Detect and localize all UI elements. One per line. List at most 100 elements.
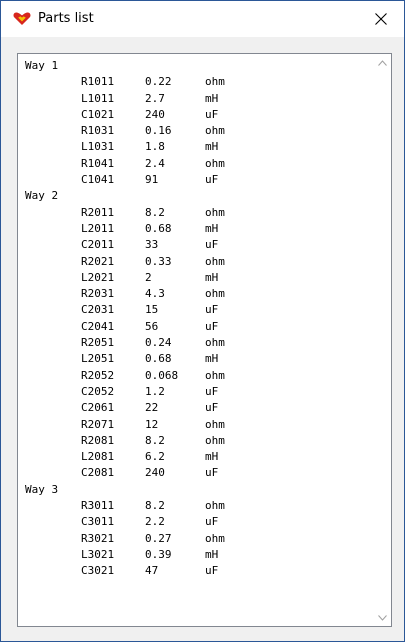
part-value: 0.22: [145, 75, 172, 89]
part-id: C1021: [81, 107, 115, 121]
close-icon: [375, 13, 387, 25]
part-value: 0.68: [145, 221, 172, 235]
chevron-down-icon: [378, 614, 387, 621]
part-value: 15: [145, 303, 159, 317]
part-row[interactable]: C2011 33 uF: [25, 237, 365, 253]
part-row[interactable]: R2071 12 ohm: [25, 417, 365, 433]
part-value: 240: [145, 466, 165, 480]
part-unit: mH: [205, 450, 219, 464]
part-unit: uF: [205, 384, 219, 398]
part-row[interactable]: C2031 15 uF: [25, 302, 365, 318]
part-row[interactable]: R2081 8.2 ohm: [25, 433, 365, 449]
part-value: 22: [145, 401, 159, 415]
part-id: L2081: [81, 450, 115, 464]
part-row[interactable]: R2031 4.3 ohm: [25, 286, 365, 302]
part-row[interactable]: C1021 240 uF: [25, 107, 365, 123]
part-row[interactable]: R2051 0.24 ohm: [25, 335, 365, 351]
part-row[interactable]: C2061 22 uF: [25, 400, 365, 416]
part-row[interactable]: L1031 1.8 mH: [25, 139, 365, 155]
part-row[interactable]: R1011 0.22 ohm: [25, 74, 365, 90]
group-header[interactable]: Way 1: [25, 58, 365, 74]
scroll-up-button[interactable]: [374, 54, 391, 71]
part-value: 0.68: [145, 352, 172, 366]
part-unit: mH: [205, 352, 219, 366]
part-value: 56: [145, 319, 159, 333]
part-id: C1041: [81, 173, 115, 187]
group-header[interactable]: Way 3: [25, 482, 365, 498]
part-id: L2021: [81, 270, 115, 284]
part-id: R3021: [81, 531, 115, 545]
part-row[interactable]: R2011 8.2 ohm: [25, 205, 365, 221]
part-unit: uF: [205, 319, 219, 333]
part-id: L2051: [81, 352, 115, 366]
part-unit: uF: [205, 515, 219, 529]
part-row[interactable]: C2052 1.2 uF: [25, 384, 365, 400]
title-bar[interactable]: Parts list: [1, 1, 404, 37]
part-id: C2011: [81, 238, 115, 252]
part-value: 0.16: [145, 124, 172, 138]
part-value: 2.4: [145, 156, 165, 170]
vertical-scrollbar[interactable]: [374, 54, 391, 626]
part-value: 8.2: [145, 499, 165, 513]
part-id: R2071: [81, 417, 115, 431]
group-header[interactable]: Way 2: [25, 188, 365, 204]
part-row[interactable]: C3011 2.2 uF: [25, 514, 365, 530]
part-row[interactable]: C3021 47 uF: [25, 563, 365, 579]
part-row[interactable]: C2081 240 uF: [25, 465, 365, 481]
part-id: R2011: [81, 205, 115, 219]
part-row[interactable]: L2051 0.68 mH: [25, 351, 365, 367]
part-row[interactable]: R3021 0.27 ohm: [25, 531, 365, 547]
part-unit: ohm: [205, 499, 225, 513]
part-id: L3021: [81, 547, 115, 561]
part-unit: mH: [205, 91, 219, 105]
part-unit: uF: [205, 173, 219, 187]
part-row[interactable]: L2021 2 mH: [25, 270, 365, 286]
part-unit: mH: [205, 221, 219, 235]
part-value: 91: [145, 173, 159, 187]
part-id: R2081: [81, 433, 115, 447]
part-id: C2052: [81, 384, 115, 398]
part-value: 0.33: [145, 254, 172, 268]
parts-list-window: Parts list Way 1 R1011 0.22 ohm L1011 2.7 mH C1…: [0, 0, 405, 642]
part-value: 0.068: [145, 368, 179, 382]
part-value: 2.7: [145, 91, 165, 105]
part-unit: uF: [205, 564, 219, 578]
part-id: R2051: [81, 336, 115, 350]
part-id: R1031: [81, 124, 115, 138]
part-row[interactable]: C1041 91 uF: [25, 172, 365, 188]
part-unit: mH: [205, 140, 219, 154]
part-value: 1.8: [145, 140, 165, 154]
part-unit: uF: [205, 303, 219, 317]
part-row[interactable]: L1011 2.7 mH: [25, 91, 365, 107]
part-row[interactable]: C2041 56 uF: [25, 319, 365, 335]
part-row[interactable]: L2081 6.2 mH: [25, 449, 365, 465]
scroll-down-button[interactable]: [374, 609, 391, 626]
part-id: C3011: [81, 515, 115, 529]
parts-list-box[interactable]: Way 1 R1011 0.22 ohm L1011 2.7 mH C1021 240 uF R10…: [17, 53, 392, 627]
part-row[interactable]: R1041 2.4 ohm: [25, 156, 365, 172]
part-value: 2.2: [145, 515, 165, 529]
part-row[interactable]: R1031 0.16 ohm: [25, 123, 365, 139]
part-unit: mH: [205, 270, 219, 284]
part-id: L1011: [81, 91, 115, 105]
part-value: 6.2: [145, 450, 165, 464]
part-row[interactable]: L2011 0.68 mH: [25, 221, 365, 237]
part-unit: ohm: [205, 287, 225, 301]
part-id: R1041: [81, 156, 115, 170]
part-unit: ohm: [205, 433, 225, 447]
part-unit: mH: [205, 547, 219, 561]
part-unit: ohm: [205, 368, 225, 382]
part-value: 0.39: [145, 547, 172, 561]
part-id: C2031: [81, 303, 115, 317]
part-row[interactable]: R3011 8.2 ohm: [25, 498, 365, 514]
part-id: R2052: [81, 368, 115, 382]
close-button[interactable]: [358, 1, 404, 37]
part-id: R2021: [81, 254, 115, 268]
part-value: 8.2: [145, 205, 165, 219]
part-row[interactable]: R2052 0.068 ohm: [25, 368, 365, 384]
part-row[interactable]: L3021 0.39 mH: [25, 547, 365, 563]
part-id: L1031: [81, 140, 115, 154]
part-row[interactable]: R2021 0.33 ohm: [25, 254, 365, 270]
part-unit: ohm: [205, 205, 225, 219]
part-id: R2031: [81, 287, 115, 301]
